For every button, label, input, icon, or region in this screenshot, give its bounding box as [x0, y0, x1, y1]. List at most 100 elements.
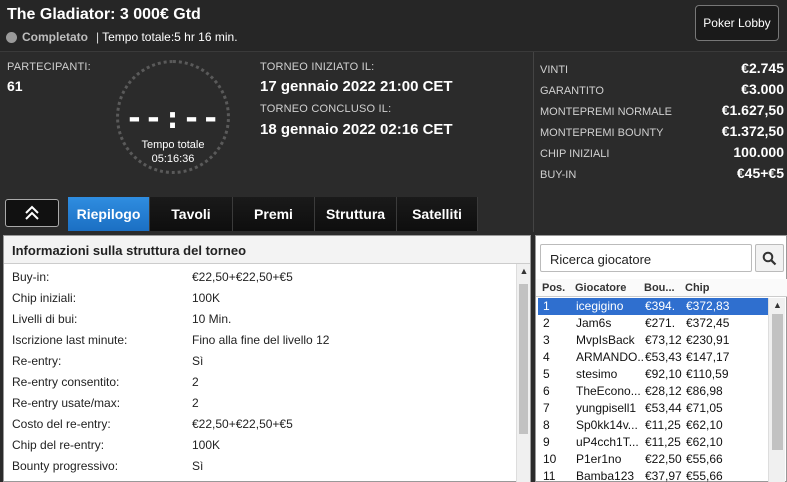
collapse-button[interactable] — [5, 199, 59, 227]
player-row[interactable]: 8 Sp0kk14v... €11,25 €62,10 — [538, 417, 768, 434]
info-row: Bounty progressivo: Sì — [4, 455, 514, 476]
scroll-up-icon[interactable]: ▲ — [769, 300, 786, 310]
col-player[interactable]: Giocatore — [575, 282, 626, 294]
player-chip: €147,17 — [686, 350, 730, 364]
status-dot-icon — [6, 31, 17, 43]
stat-value: €3.000 — [741, 81, 784, 97]
stat-row: CHIP INIZIALI 100.000 — [540, 144, 784, 164]
col-bounty[interactable]: Bou... — [644, 282, 675, 294]
overview-panel: PARTECIPANTI: 61 --:-- Tempo totale 05:1… — [0, 52, 533, 232]
participants-label: PARTECIPANTI: — [7, 61, 91, 73]
player-bounty: €11,25 — [645, 435, 681, 449]
stats-panel: VINTI €2.745 GARANTITO €3.000 MONTEPREMI… — [533, 52, 787, 232]
stat-value: €2.745 — [741, 60, 784, 76]
player-list-scrollbar[interactable]: ▲ — [768, 298, 785, 482]
info-label: Buy-in: — [12, 270, 50, 284]
player-row[interactable]: 3 MvpIsBack €73,12 €230,91 — [538, 332, 768, 349]
scroll-up-icon[interactable]: ▲ — [517, 266, 530, 276]
player-chip: €230,91 — [686, 333, 730, 347]
stat-label: CHIP INIZIALI — [540, 148, 610, 160]
player-name: MvpIsBack — [576, 333, 635, 347]
search-button[interactable] — [755, 244, 784, 272]
player-row[interactable]: 6 TheEcono... €28,12 €86,98 — [538, 383, 768, 400]
player-list-panel: Ricerca giocatore Pos. Giocatore Bou... … — [535, 235, 787, 482]
tab-premi[interactable]: Premi — [233, 197, 315, 231]
details-scrollbar[interactable]: ▲ — [516, 264, 530, 482]
info-label: Livelli di bui: — [12, 312, 78, 326]
player-name: Sp0kk14v... — [576, 418, 638, 432]
player-row[interactable]: 4 ARMANDO.. €53,43 €147,17 — [538, 349, 768, 366]
scroll-thumb[interactable] — [519, 284, 528, 434]
player-chip: €372,45 — [686, 316, 730, 330]
player-name: uP4cch1T... — [576, 435, 639, 449]
info-value: 10 Min. — [192, 312, 232, 326]
player-bounty: €22,50 — [645, 452, 682, 466]
player-pos: 3 — [543, 333, 550, 347]
clock-time: 05:16:36 — [151, 153, 195, 165]
info-value: 100K — [192, 291, 221, 305]
player-chip: €71,05 — [686, 401, 723, 415]
player-bounty: €11,25 — [645, 418, 681, 432]
player-chip: €62,10 — [686, 435, 723, 449]
info-row: Re-entry usate/max: 2 — [4, 392, 514, 413]
player-chip: €62,10 — [686, 418, 723, 432]
stat-label: MONTEPREMI NORMALE — [540, 106, 673, 118]
info-row: Livelli di bui: 10 Min. — [4, 308, 514, 329]
start-value: 17 gennaio 2022 21:00 CET — [260, 78, 453, 95]
info-row: Costo del re-entry: €22,50+€22,50+€5 — [4, 413, 514, 434]
stat-row: GARANTITO €3.000 — [540, 81, 784, 101]
end-label: TORNEO CONCLUSO IL: — [260, 103, 392, 115]
end-value: 18 gennaio 2022 02:16 CET — [260, 121, 453, 138]
col-pos[interactable]: Pos. — [542, 282, 565, 294]
structure-info-panel: Informazioni sulla struttura del torneo … — [3, 235, 531, 482]
tab-riepilogo[interactable]: Riepilogo — [68, 197, 150, 231]
info-value: 100K — [192, 438, 221, 452]
player-bounty: €37,97 — [645, 469, 682, 482]
poker-lobby-button[interactable]: Poker Lobby — [695, 5, 779, 41]
player-row[interactable]: 2 Jam6s €271. €372,45 — [538, 315, 768, 332]
player-pos: 2 — [543, 316, 550, 330]
player-name: yungpisell1 — [576, 401, 637, 415]
info-label: Costo del re-entry: — [12, 417, 111, 431]
info-label: Iscrizione last minute: — [12, 333, 128, 347]
player-pos: 1 — [543, 299, 550, 313]
tab-satelliti[interactable]: Satelliti — [397, 197, 478, 231]
player-row[interactable]: 5 stesimo €92,10 €110,59 — [538, 366, 768, 383]
total-time-text: Tempo totale:5 hr 16 min. — [102, 30, 238, 44]
tab-tavoli[interactable]: Tavoli — [150, 197, 233, 231]
player-chip: €55,66 — [686, 452, 723, 466]
info-label: Chip iniziali: — [12, 291, 77, 305]
player-row[interactable]: 10 P1er1no €22,50 €55,66 — [538, 451, 768, 468]
player-name: icegigino — [576, 299, 624, 313]
stat-value: €1.372,50 — [721, 123, 784, 139]
tab-struttura[interactable]: Struttura — [315, 197, 397, 231]
player-row[interactable]: 7 yungpisell1 €53,44 €71,05 — [538, 400, 768, 417]
player-name: TheEcono... — [576, 384, 641, 398]
player-chip: €110,59 — [686, 367, 729, 381]
player-row[interactable]: 9 uP4cch1T... €11,25 €62,10 — [538, 434, 768, 451]
tournament-title: The Gladiator: 3 000€ Gtd — [7, 6, 201, 23]
stat-row: VINTI €2.745 — [540, 60, 784, 80]
stat-value: 100.000 — [733, 144, 784, 160]
player-search-input[interactable]: Ricerca giocatore — [540, 244, 752, 272]
player-row[interactable]: 1 icegigino €394. €372,83 — [538, 298, 768, 315]
col-chip[interactable]: Chip — [685, 282, 709, 294]
player-pos: 8 — [543, 418, 550, 432]
stat-row: BUY-IN €45+€5 — [540, 165, 784, 185]
player-pos: 9 — [543, 435, 550, 449]
stat-label: GARANTITO — [540, 85, 604, 97]
info-row: Chip iniziali: 100K — [4, 287, 514, 308]
player-pos: 11 — [543, 469, 556, 482]
player-table-header: Pos. Giocatore Bou... Chip — [536, 279, 787, 297]
status-text: Completato — [22, 30, 88, 44]
scroll-thumb[interactable] — [772, 314, 783, 450]
info-value: 2 — [192, 396, 199, 410]
title-bar: The Gladiator: 3 000€ Gtd Completato | T… — [0, 0, 787, 52]
player-row[interactable]: 11 Bamba123 €37,97 €55,66 — [538, 468, 768, 482]
stat-row: MONTEPREMI BOUNTY €1.372,50 — [540, 123, 784, 143]
player-bounty: €73,12 — [645, 333, 682, 347]
player-pos: 6 — [543, 384, 550, 398]
info-value: Sì — [192, 459, 204, 473]
info-label: Re-entry usate/max: — [12, 396, 121, 410]
info-label: Re-entry consentito: — [12, 375, 120, 389]
